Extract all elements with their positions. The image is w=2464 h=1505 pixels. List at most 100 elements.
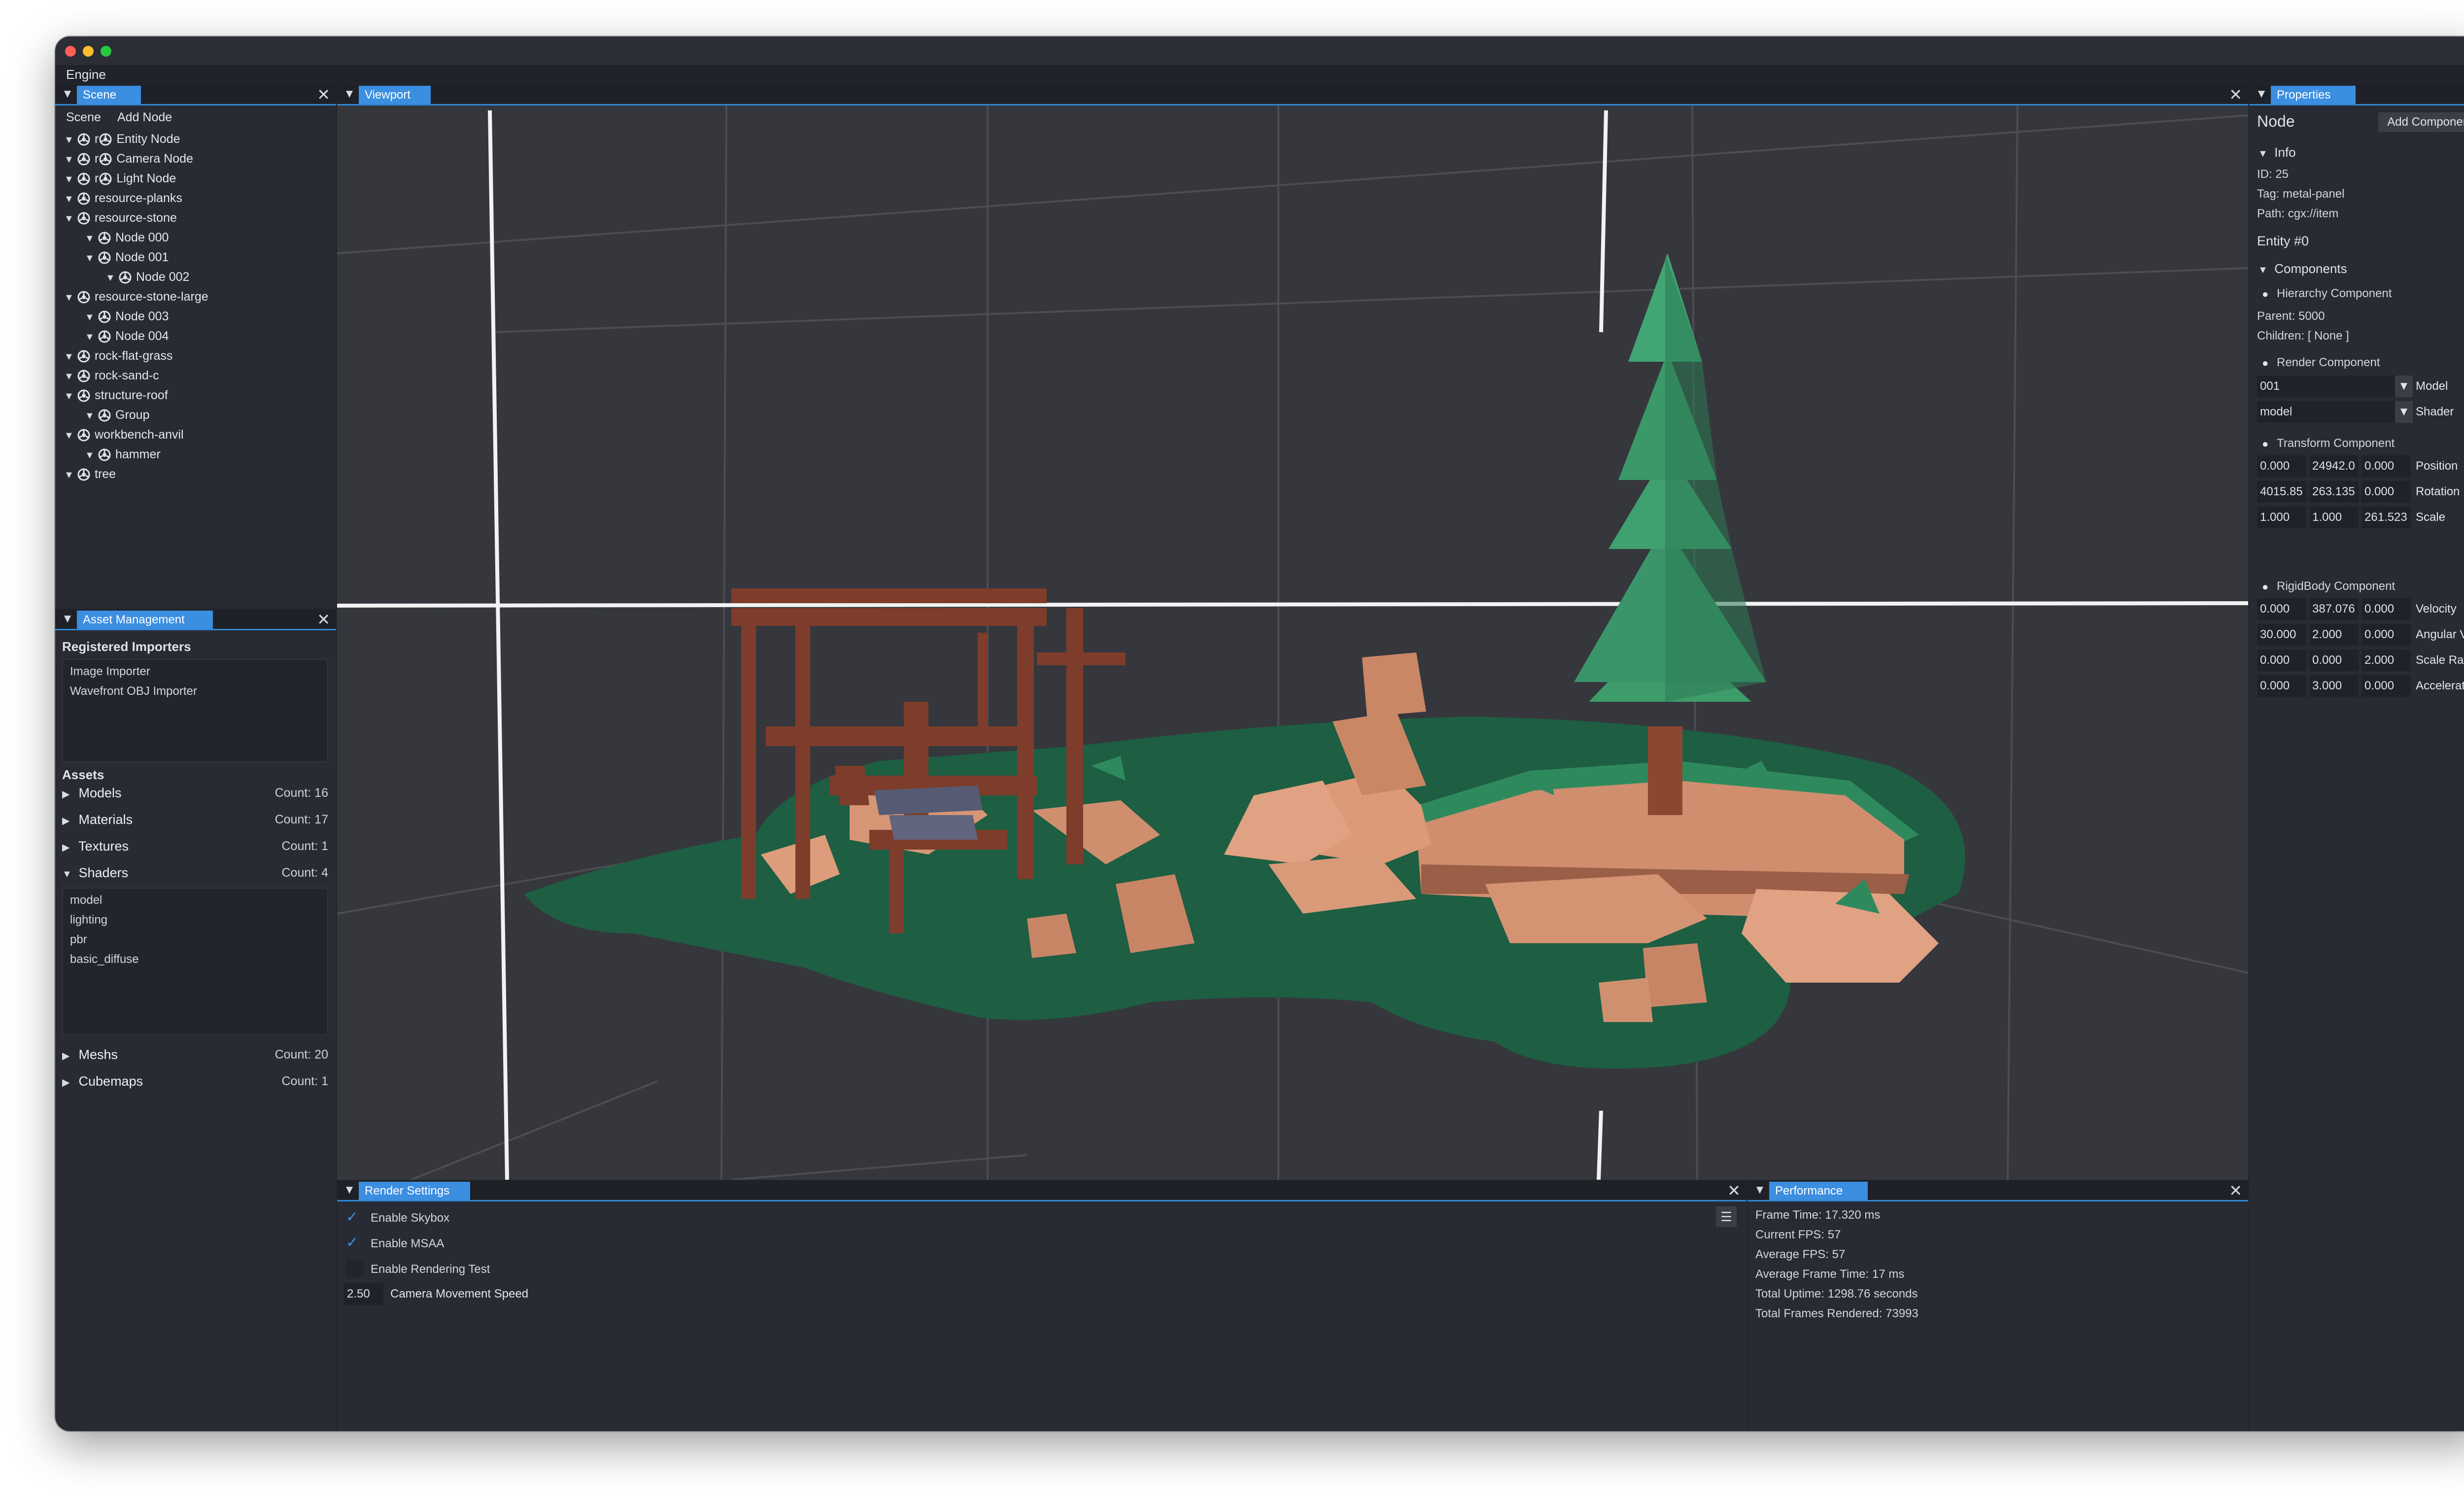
tab-render-settings[interactable]: Render Settings bbox=[359, 1182, 470, 1200]
category-materials[interactable]: ▶ Materials Count: 17 bbox=[62, 807, 328, 832]
subtab-scene[interactable]: Scene bbox=[66, 110, 101, 125]
close-window-button[interactable] bbox=[65, 46, 76, 57]
vector-field[interactable]: 0.000 bbox=[2361, 675, 2411, 697]
tree-node[interactable]: ▼ Node 004 bbox=[85, 326, 169, 346]
vector-field[interactable]: 387.076 bbox=[2309, 598, 2359, 620]
add-component-button[interactable]: Add Component bbox=[2378, 112, 2464, 132]
caret-down-icon[interactable]: ▼ bbox=[64, 386, 77, 406]
shader-select[interactable]: model bbox=[2257, 401, 2395, 423]
list-item[interactable]: pbr bbox=[70, 933, 87, 947]
caret-down-icon[interactable]: ▼ bbox=[64, 150, 77, 170]
tree-node[interactable]: ▼ r Entity Node bbox=[64, 129, 180, 149]
tree-node[interactable]: ▼ Node 001 bbox=[85, 247, 169, 267]
tab-scene[interactable]: Scene bbox=[77, 86, 141, 104]
tree-node[interactable]: ▼ Node 002 bbox=[105, 267, 189, 287]
tab-properties[interactable]: Properties bbox=[2271, 86, 2356, 104]
tree-node[interactable]: ▼ Group bbox=[85, 405, 149, 425]
vector-field[interactable]: 0.000 bbox=[2257, 650, 2306, 671]
caret-down-icon[interactable]: ▼ bbox=[64, 209, 77, 229]
caret-down-icon[interactable]: ▼ bbox=[64, 347, 77, 367]
vector-field[interactable]: 0.000 bbox=[2361, 624, 2411, 646]
vector-field[interactable]: 0.000 bbox=[2361, 455, 2411, 477]
rigidbody-component-title[interactable]: RigidBody Component bbox=[2277, 580, 2395, 593]
tab-viewport[interactable]: Viewport bbox=[359, 86, 431, 104]
list-item[interactable]: lighting bbox=[70, 913, 107, 927]
tree-node[interactable]: ▼ resource-stone bbox=[64, 208, 177, 228]
caret-down-icon[interactable]: ▼ bbox=[85, 406, 98, 426]
close-icon[interactable]: ✕ bbox=[2229, 86, 2242, 103]
camera-speed-input[interactable]: 2.50 bbox=[344, 1283, 383, 1305]
tree-node[interactable]: ▼ resource-stone-large bbox=[64, 287, 208, 307]
vector-field[interactable]: 261.523 bbox=[2361, 507, 2411, 528]
panel-menu-icon[interactable]: ▼ bbox=[342, 87, 357, 102]
tree-node[interactable]: ▼ Node 003 bbox=[85, 307, 169, 326]
caret-down-icon[interactable]: ▼ bbox=[64, 426, 77, 445]
category-meshs[interactable]: ▶ Meshs Count: 20 bbox=[62, 1042, 328, 1067]
vector-field[interactable]: 0.000 bbox=[2309, 650, 2359, 671]
tab-performance[interactable]: Performance bbox=[1769, 1182, 1868, 1200]
vector-field[interactable]: 1.000 bbox=[2309, 507, 2359, 528]
minimize-window-button[interactable] bbox=[83, 46, 94, 57]
list-item[interactable]: basic_diffuse bbox=[70, 953, 139, 966]
close-icon[interactable]: ✕ bbox=[317, 611, 330, 628]
vector-field[interactable]: 263.135 bbox=[2309, 481, 2359, 503]
close-icon[interactable]: ✕ bbox=[317, 86, 330, 103]
category-textures[interactable]: ▶ Textures Count: 1 bbox=[62, 834, 328, 858]
hierarchy-component-title[interactable]: Hierarchy Component bbox=[2277, 287, 2392, 301]
enable-rendering-test-checkbox[interactable] bbox=[346, 1260, 364, 1277]
vector-field[interactable]: 0.000 bbox=[2361, 598, 2411, 620]
caret-down-icon[interactable]: ▼ bbox=[85, 229, 98, 248]
caret-down-icon[interactable]: ▼ bbox=[64, 189, 77, 209]
caret-down-icon[interactable]: ▼ bbox=[85, 327, 98, 347]
close-icon[interactable]: ✕ bbox=[2229, 1182, 2242, 1199]
tree-node[interactable]: ▼ r Light Node bbox=[64, 169, 176, 188]
vector-field[interactable]: 30.000 bbox=[2257, 624, 2306, 646]
caret-down-icon[interactable]: ▼ bbox=[64, 367, 77, 386]
vector-field[interactable]: 2.000 bbox=[2361, 650, 2411, 671]
category-models[interactable]: ▶ Models Count: 16 bbox=[62, 781, 328, 805]
vector-field[interactable]: 1.000 bbox=[2257, 507, 2306, 528]
info-section-header[interactable]: ▼ Info bbox=[2258, 145, 2296, 160]
caret-down-icon[interactable]: ▼ bbox=[64, 465, 77, 485]
tree-node[interactable]: ▼ Node 000 bbox=[85, 228, 169, 247]
caret-down-icon[interactable]: ▼ bbox=[64, 130, 77, 150]
tree-node[interactable]: ▼ structure-roof bbox=[64, 385, 168, 405]
chevron-down-icon[interactable]: ▼ bbox=[2395, 401, 2413, 423]
tree-node[interactable]: ▼ resource-planks bbox=[64, 188, 182, 208]
vector-field[interactable]: 0.000 bbox=[2361, 481, 2411, 503]
caret-down-icon[interactable]: ▼ bbox=[105, 268, 118, 288]
vector-field[interactable]: 0.000 bbox=[2257, 598, 2306, 620]
tree-node[interactable]: ▼ rock-sand-c bbox=[64, 366, 159, 385]
transform-component-title[interactable]: Transform Component bbox=[2277, 437, 2395, 450]
vector-field[interactable]: 0.000 bbox=[2257, 675, 2306, 697]
list-item[interactable]: model bbox=[70, 893, 102, 907]
category-cubemaps[interactable]: ▶ Cubemaps Count: 1 bbox=[62, 1069, 328, 1094]
panel-menu-icon[interactable]: ▼ bbox=[342, 1183, 357, 1197]
tab-asset-management[interactable]: Asset Management bbox=[77, 611, 213, 629]
panel-menu-icon[interactable]: ▼ bbox=[2254, 87, 2269, 102]
caret-down-icon[interactable]: ▼ bbox=[64, 288, 77, 308]
subtab-add-node[interactable]: Add Node bbox=[117, 110, 172, 125]
tree-node[interactable]: ▼ rock-flat-grass bbox=[64, 346, 172, 366]
zoom-window-button[interactable] bbox=[101, 46, 111, 57]
caret-down-icon[interactable]: ▼ bbox=[85, 308, 98, 327]
caret-down-icon[interactable]: ▼ bbox=[85, 248, 98, 268]
caret-down-icon[interactable]: ▼ bbox=[85, 445, 98, 465]
chevron-down-icon[interactable]: ▼ bbox=[2395, 376, 2413, 397]
vector-field[interactable]: 0.000 bbox=[2257, 455, 2306, 477]
model-select[interactable]: 001 bbox=[2257, 376, 2395, 397]
list-item[interactable]: Wavefront OBJ Importer bbox=[70, 684, 197, 698]
list-item[interactable]: Image Importer bbox=[70, 665, 150, 679]
vector-field[interactable]: 24942.0 bbox=[2309, 455, 2359, 477]
tree-node[interactable]: ▼ r Camera Node bbox=[64, 149, 193, 169]
checkmark-icon[interactable]: ✓ bbox=[346, 1208, 358, 1226]
sliders-icon[interactable]: ☰ bbox=[1716, 1206, 1737, 1227]
panel-menu-icon[interactable]: ▼ bbox=[60, 612, 75, 626]
menu-engine[interactable]: Engine bbox=[66, 67, 106, 82]
panel-menu-icon[interactable]: ▼ bbox=[1752, 1183, 1767, 1197]
caret-down-icon[interactable]: ▼ bbox=[64, 170, 77, 189]
vector-field[interactable]: 2.000 bbox=[2309, 624, 2359, 646]
tree-node[interactable]: ▼ hammer bbox=[85, 445, 161, 464]
panel-menu-icon[interactable]: ▼ bbox=[60, 87, 75, 102]
tree-node[interactable]: ▼ tree bbox=[64, 464, 116, 484]
